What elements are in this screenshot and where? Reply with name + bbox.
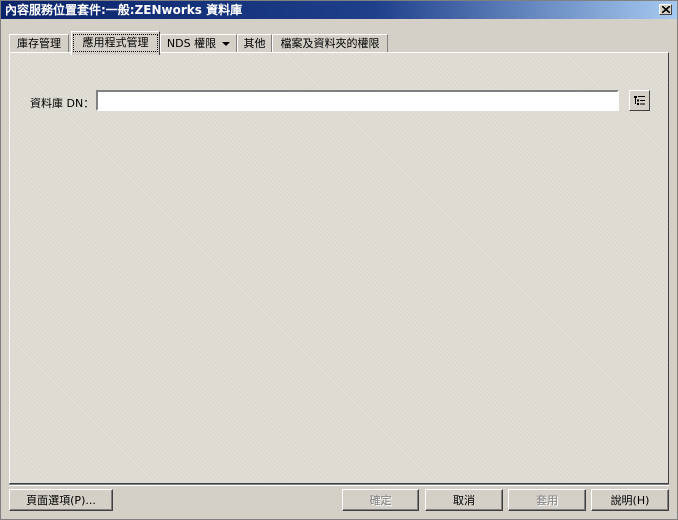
help-button[interactable]: 說明(H)	[591, 489, 669, 511]
button-area-divider	[9, 484, 669, 486]
browse-tree-icon	[634, 96, 645, 105]
browse-button[interactable]	[629, 90, 650, 111]
close-button[interactable]	[659, 4, 672, 15]
database-dn-label: 資料庫 DN：	[30, 97, 95, 110]
properties-dialog: 內容服務位置套件:一般:ZENworks 資料庫 庫存管理 應用程式管理 NDS…	[0, 0, 678, 520]
caret-down-icon[interactable]	[222, 42, 231, 46]
ok-button[interactable]: 確定	[342, 489, 419, 511]
cancel-button[interactable]: 取消	[425, 489, 503, 511]
database-dn-input[interactable]	[96, 90, 619, 111]
title-bar[interactable]: 內容服務位置套件:一般:ZENworks 資料庫	[1, 1, 677, 19]
tab-label: NDS 權限	[166, 37, 217, 50]
close-icon	[661, 6, 670, 13]
tab-label: 檔案及資料夾的權限	[280, 37, 380, 50]
tab-application-management[interactable]: 應用程式管理	[71, 31, 160, 55]
tab-label: 其他	[243, 37, 266, 50]
page-options-button[interactable]: 頁面選項(P)...	[9, 489, 113, 511]
tab-panel	[9, 52, 669, 484]
apply-button[interactable]: 套用	[508, 489, 586, 511]
tab-nds-rights[interactable]: NDS 權限	[160, 34, 237, 52]
tab-focus-outline: 應用程式管理	[73, 34, 158, 52]
tab-other[interactable]: 其他	[237, 34, 272, 52]
tab-file-folder-rights[interactable]: 檔案及資料夾的權限	[272, 34, 388, 52]
tab-label: 庫存管理	[17, 37, 61, 50]
window-title: 內容服務位置套件:一般:ZENworks 資料庫	[5, 3, 243, 17]
tab-inventory-management[interactable]: 庫存管理	[9, 34, 69, 52]
tab-label: 應用程式管理	[82, 36, 149, 49]
